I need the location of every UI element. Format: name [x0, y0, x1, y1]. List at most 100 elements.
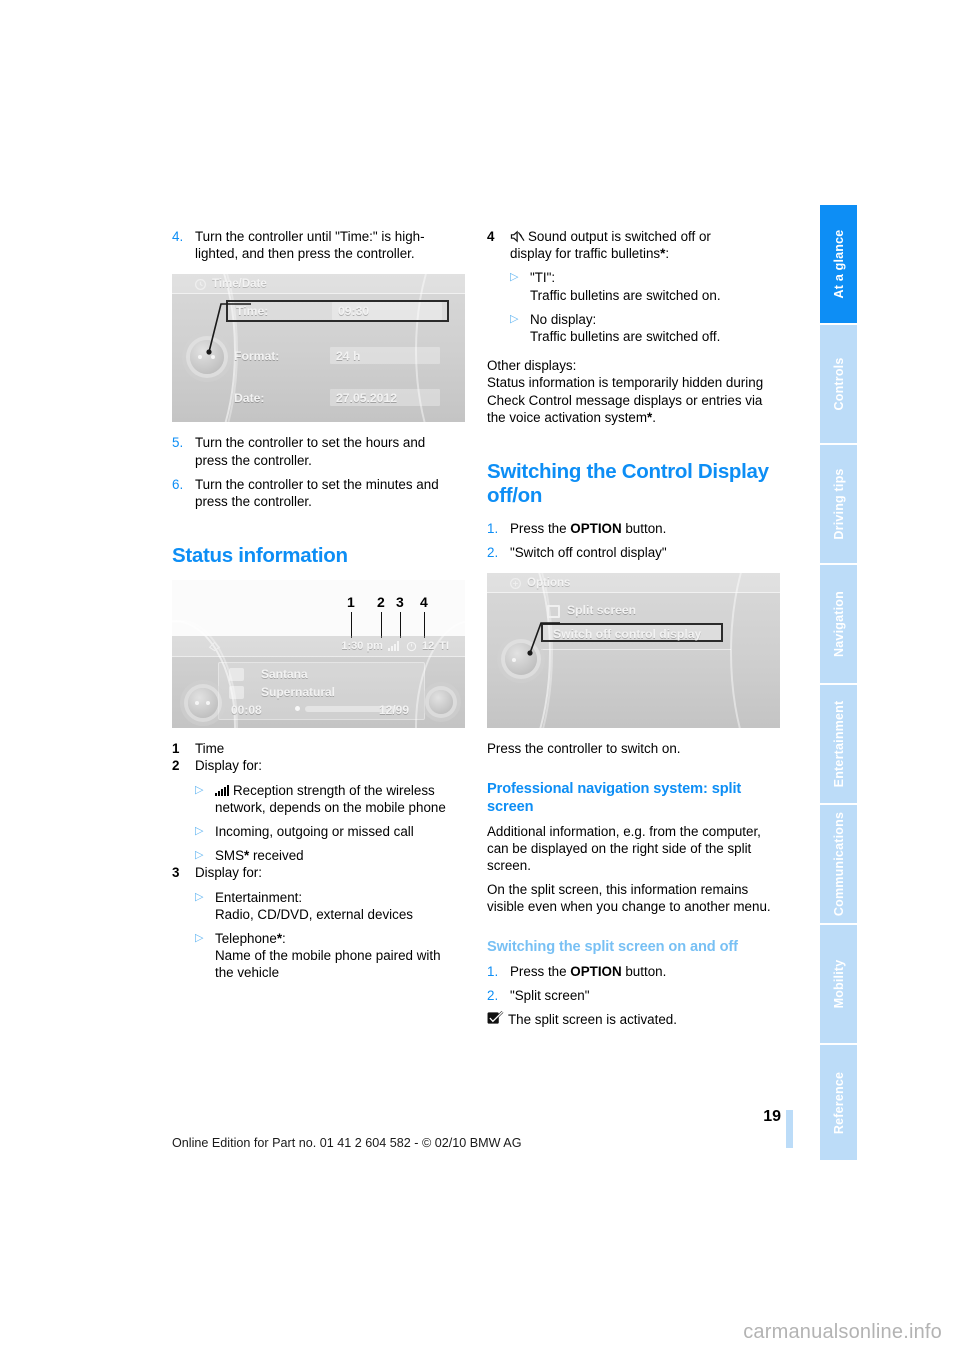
right-column: 4 Sound output is switched off or displa…	[487, 228, 787, 1028]
screen-row-format-time[interactable]: Format: 24 h	[230, 346, 445, 366]
step-4: 4. Turn the controller until "Time:" is …	[172, 228, 472, 262]
media-source-icon	[208, 641, 221, 652]
status-traffic-info: TI	[439, 640, 449, 653]
screen-title-text: Time/Date	[212, 278, 267, 291]
media-info-panel: Santana Supernatural 00:08 12/99	[218, 662, 425, 721]
callout-number-3: 3	[396, 594, 404, 611]
callout-line	[424, 612, 425, 639]
album-icon	[229, 686, 244, 700]
triangle-bullet-icon: ▷	[510, 271, 519, 284]
status-temperature: 12	[421, 640, 435, 653]
screen-row-list: Time: 09:30 Format: 24 h Date: 27.05.201…	[226, 300, 449, 407]
step-text: Turn the controller to set the minutes a…	[195, 476, 472, 510]
site-watermark: carmanualsonline.info	[743, 1321, 942, 1343]
callout-strip: 1 2 3 4	[172, 580, 465, 639]
section-tab-rail: At a glance Controls Driving tips Naviga…	[820, 205, 857, 1160]
step-text: Turn the controller to set the hours and…	[195, 434, 472, 468]
screen-row-time[interactable]: Time: 09:30	[226, 300, 449, 323]
paragraph-line: visible even when you change to another …	[487, 899, 771, 915]
option-switch-off-control-display[interactable]: Switch off control display	[553, 626, 701, 643]
step-number: 2.	[487, 987, 499, 1003]
media-album: Supernatural	[261, 685, 336, 700]
sidebar-tab-label: Communications	[831, 811, 846, 917]
step-number: 6.	[172, 476, 184, 492]
mute-icon	[510, 230, 525, 243]
status-bar: 1:30 pm 12 TI	[172, 636, 465, 658]
sidebar-tab-label: Navigation	[831, 591, 846, 657]
legend-number: 4	[487, 229, 495, 244]
page-footer: 19 Online Edition for Part no. 01 41 2 6…	[0, 1108, 820, 1168]
step-text-line: lighted, and then press the controller.	[195, 246, 415, 262]
callout-number-2: 2	[377, 594, 385, 611]
sidebar-tab-controls[interactable]: Controls	[820, 325, 857, 443]
prof-nav-paragraph: Additional information, e.g. from the co…	[487, 823, 787, 875]
legend-subitem-line: Reception strength of the wireless	[233, 782, 435, 798]
step-5: 5. Turn the controller to set the hours …	[172, 434, 472, 468]
signal-bars-icon	[387, 641, 401, 652]
screenshot-options-menu: Options Split screen Switch off control …	[487, 573, 780, 729]
screenshot-status-bar: 1 2 3 4 1:30 pm 12 TI Santana Supernatur…	[172, 580, 465, 729]
legend-subitem-line: Radio, CD/DVD, external devices	[215, 906, 413, 922]
split-step-2: 2. "Split screen"	[487, 987, 787, 1004]
step-text: "Switch off control display"	[510, 545, 667, 561]
triangle-bullet-icon: ▷	[195, 825, 204, 838]
paragraph-line: Other displays:	[487, 358, 577, 374]
legend-subitem: ▷ No display: Traffic bulletins are swit…	[510, 311, 787, 345]
legend-subitem: ▷ Telephone*: Name of the mobile phone p…	[195, 930, 472, 982]
callout-number-4: 4	[420, 594, 428, 611]
sidebar-tab-navigation[interactable]: Navigation	[820, 565, 857, 683]
callout-line	[381, 612, 382, 639]
progress-dot	[295, 706, 300, 712]
screen-title-bar: Time/Date	[172, 274, 465, 295]
step-text: Turn the controller until "Time:" is hig…	[195, 228, 472, 262]
option-split-screen[interactable]: Split screen	[567, 602, 636, 619]
split-step-1: 1. Press the OPTION button.	[487, 963, 667, 979]
page-number-bar	[786, 1110, 793, 1148]
step-number: 1.	[487, 963, 499, 979]
legend-subitem: ▷ "TI": Traffic bulletins are switched o…	[510, 269, 787, 303]
checkbox-icon[interactable]	[547, 605, 560, 619]
legend-subitem: ▷ Incoming, outgoing or missed call	[195, 823, 472, 840]
legend-subitem-line: "TI":	[530, 270, 556, 286]
status-bar-indicators: 1:30 pm 12 TI	[341, 636, 449, 656]
step-text-line: Turn the controller until "Time:" is hig…	[195, 229, 425, 244]
step-number: 5.	[172, 435, 184, 451]
step-text-line: Turn the controller to set the hours and	[195, 435, 426, 451]
step-6: 6. Turn the controller to set the minute…	[172, 476, 472, 510]
clock-icon	[194, 279, 207, 291]
sidebar-tab-at-a-glance[interactable]: At a glance	[820, 205, 857, 323]
sidebar-tab-entertainment[interactable]: Entertainment	[820, 685, 857, 803]
triangle-bullet-icon: ▷	[195, 783, 204, 796]
legend-number: 1	[172, 741, 180, 757]
screen-row-date[interactable]: Date: 27.05.2012	[230, 388, 445, 408]
sidebar-tab-label: At a glance	[831, 229, 846, 299]
sidebar-tab-driving-tips[interactable]: Driving tips	[820, 445, 857, 563]
legend-subitem: ▷ Reception strength of the wireless net…	[195, 782, 472, 816]
sidebar-tab-label: Controls	[831, 357, 846, 411]
sidebar-tab-communications[interactable]: Communications	[820, 805, 857, 923]
legend-subitem-line: Traffic bulletins are switched on.	[530, 287, 721, 303]
options-icon	[510, 578, 521, 590]
legend-subitem: ▷ SMS* received	[195, 848, 304, 864]
status-time: 1:30 pm	[341, 640, 383, 653]
paragraph-line: On the split screen, this information re…	[487, 882, 749, 898]
legend-text: Display for:	[195, 758, 262, 774]
footnote-asterisk: *	[244, 848, 250, 864]
checkmark-result-icon	[487, 1010, 504, 1026]
section-heading-status-information: Status information	[172, 544, 348, 568]
step-text-line: press the controller.	[195, 494, 312, 510]
callout-leader-line	[206, 303, 251, 356]
footnote-asterisk: *	[660, 246, 666, 262]
screen-divider	[541, 649, 731, 651]
sidebar-tab-mobility[interactable]: Mobility	[820, 925, 857, 1043]
sidebar-tab-reference[interactable]: Reference	[820, 1045, 857, 1160]
media-elapsed: 00:08	[231, 703, 262, 718]
step-text: "Split screen"	[510, 987, 590, 1003]
legend-subitem-line: Entertainment:	[215, 889, 303, 905]
row-value: 27.05.2012	[336, 391, 397, 406]
step-number: 4.	[172, 229, 184, 244]
triangle-bullet-icon: ▷	[195, 849, 204, 862]
legend-subitem-line: Traffic bulletins are switched off.	[530, 329, 721, 345]
legend-number: 2	[172, 758, 180, 774]
signal-bars-icon	[215, 784, 230, 796]
